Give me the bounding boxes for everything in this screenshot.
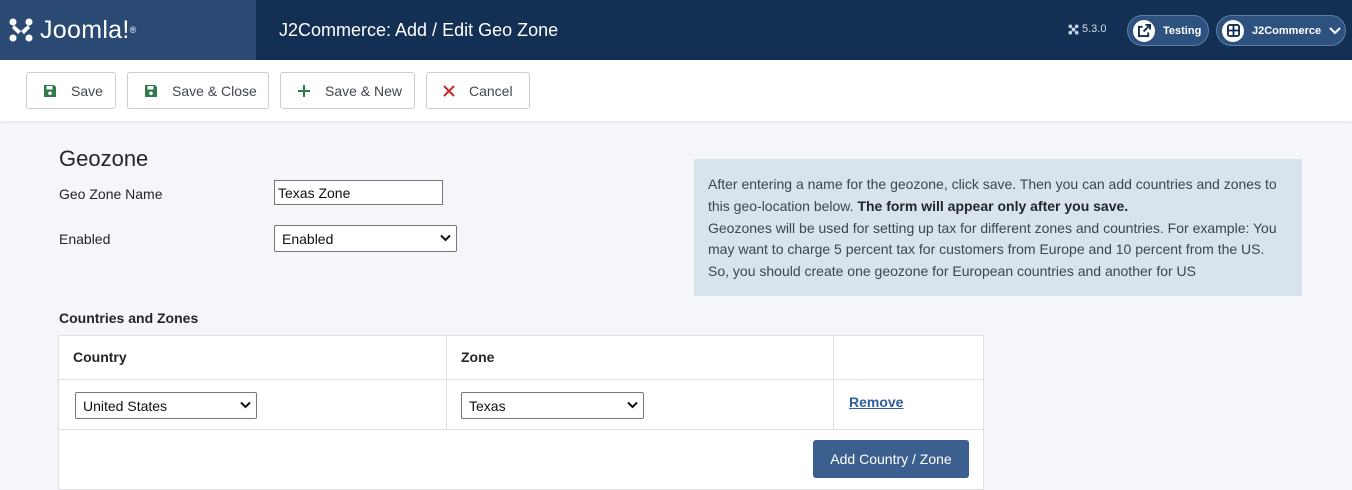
remove-link[interactable]: Remove bbox=[849, 394, 903, 410]
plus-icon bbox=[298, 84, 310, 97]
toolbar: Save Save & Close Save & New Cancel bbox=[0, 60, 1352, 121]
external-link-icon bbox=[1133, 19, 1155, 42]
country-select-value: United States bbox=[83, 397, 168, 414]
enabled-label: Enabled bbox=[59, 231, 111, 247]
column-header-country: Country bbox=[59, 336, 447, 380]
chevron-down-icon bbox=[627, 401, 638, 409]
cancel-label: Cancel bbox=[469, 82, 513, 99]
add-country-zone-button[interactable]: Add Country / Zone bbox=[813, 440, 969, 478]
save-close-button[interactable]: Save & Close bbox=[127, 72, 269, 109]
cancel-button[interactable]: Cancel bbox=[426, 72, 530, 109]
zone-select[interactable]: Texas bbox=[461, 392, 644, 419]
table-row-country-cell: United States bbox=[59, 380, 447, 430]
version-badge: 5.3.0 bbox=[1068, 23, 1106, 35]
close-icon bbox=[443, 84, 455, 97]
table-row-zone-cell: Texas bbox=[447, 380, 834, 430]
save-label: Save bbox=[71, 82, 103, 99]
joomla-logo[interactable]: Joomla! ® bbox=[0, 0, 256, 60]
view-site-button[interactable]: Testing bbox=[1127, 15, 1209, 46]
save-icon bbox=[145, 84, 157, 97]
column-header-zone: Zone bbox=[447, 336, 834, 380]
save-close-label: Save & Close bbox=[172, 82, 257, 99]
chevron-down-icon bbox=[240, 401, 251, 409]
geo-zone-name-input[interactable] bbox=[274, 180, 443, 205]
joomla-small-icon bbox=[1068, 23, 1079, 35]
save-button[interactable]: Save bbox=[26, 72, 116, 109]
app-header: Joomla! ® J2Commerce: Add / Edit Geo Zone… bbox=[0, 0, 1352, 60]
zone-select-value: Texas bbox=[469, 397, 506, 414]
save-new-label: Save & New bbox=[325, 82, 403, 99]
user-menu-label: J2Commerce bbox=[1252, 24, 1322, 37]
user-menu-button[interactable]: J2Commerce bbox=[1216, 15, 1346, 46]
geo-zone-name-label: Geo Zone Name bbox=[59, 186, 163, 202]
countries-zones-table: Country Zone United States Texas Remove … bbox=[58, 335, 984, 490]
chevron-down-icon bbox=[1329, 26, 1341, 34]
logo-registered-mark: ® bbox=[129, 25, 137, 35]
chevron-down-icon bbox=[440, 234, 451, 242]
enabled-select-value: Enabled bbox=[282, 230, 334, 247]
view-site-label: Testing bbox=[1163, 24, 1202, 37]
countries-zones-label: Countries and Zones bbox=[59, 310, 199, 326]
save-new-button[interactable]: Save & New bbox=[280, 72, 415, 109]
enabled-select[interactable]: Enabled bbox=[274, 225, 457, 252]
page-title: J2Commerce: Add / Edit Geo Zone bbox=[279, 20, 559, 40]
info-text-bold: The form will appear only after you save… bbox=[857, 197, 1129, 214]
column-header-actions bbox=[834, 336, 984, 380]
info-text-2: Geozones will be used for setting up tax… bbox=[708, 219, 1277, 280]
geozone-heading: Geozone bbox=[59, 146, 149, 171]
info-alert: After entering a name for the geozone, c… bbox=[694, 159, 1302, 296]
grid-icon bbox=[1222, 19, 1244, 42]
version-text: 5.3.0 bbox=[1082, 23, 1107, 35]
joomla-logo-icon bbox=[9, 18, 33, 42]
country-select[interactable]: United States bbox=[75, 392, 257, 419]
joomla-logo-text: Joomla! bbox=[40, 15, 130, 44]
table-row-action-cell: Remove bbox=[834, 380, 984, 430]
save-icon bbox=[44, 84, 56, 97]
